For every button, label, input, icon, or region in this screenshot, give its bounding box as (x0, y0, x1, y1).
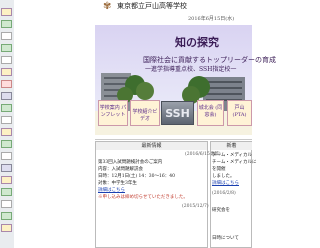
sidebar-item-8[interactable] (1, 92, 12, 100)
news-item-content: 内容：入試問題解説会 (98, 167, 143, 172)
news-item-title: 第33回入試問題検討会のご案内 (98, 160, 163, 165)
alumni-button[interactable]: 城北会 (同窓会) (197, 100, 224, 126)
section-divider (95, 139, 252, 140)
sidebar-item-3[interactable] (1, 32, 12, 40)
pta-button[interactable]: 戸山 (PTA) (227, 100, 252, 126)
side-item: チーム・メディカルに (212, 160, 257, 165)
ssh-button-label: SSH (165, 107, 190, 120)
intro-video-button[interactable]: 学校紹介ビデオ (130, 100, 160, 126)
pta-button-label: 戸山 (PTA) (232, 105, 247, 118)
hero-tagline: 国際社会に貢献するトップリーダーの育成 (143, 56, 276, 64)
sidebar-item-10[interactable] (1, 116, 12, 124)
sidebar-item-15[interactable] (1, 176, 12, 184)
sidebar-item-17[interactable] (1, 200, 12, 208)
news-item-target: 対象：中学生3年生 (98, 181, 137, 186)
news-details-link[interactable]: 詳細はこちら (98, 188, 125, 194)
side-item: チーム・メディカル (212, 153, 253, 158)
hero-subtagline: 一進学指導重点校、SSH指定校一 (145, 66, 237, 73)
side-item: を開催 (212, 167, 226, 172)
side-item: 研究会を (212, 208, 230, 213)
sidebar-item-13[interactable] (1, 152, 12, 160)
school-name: 東京都立戸山高等学校 (117, 2, 187, 10)
news-item-date: 日時：12月1日(土) 14：30～16：40 (98, 174, 175, 179)
news-heading: 最新情報 (96, 142, 207, 150)
sidebar-item-9[interactable] (1, 104, 12, 112)
news-footer-date: (2015/12/7) (182, 204, 209, 209)
side-item: 日時について (212, 236, 239, 241)
side-details-link[interactable]: 詳細はこちら (212, 181, 239, 187)
brochure-button[interactable]: 学校案内 パンフレット (98, 100, 128, 126)
side-heading: 新着 (211, 142, 252, 150)
sidebar-item-2[interactable] (1, 20, 12, 28)
brochure-button-label: 学校案内 パンフレット (99, 105, 127, 118)
current-date: 2016年6月15日(水) (188, 16, 235, 22)
sidebar-item-7[interactable] (1, 80, 12, 88)
sidebar-item-18[interactable] (1, 212, 12, 220)
sidebar-item-11[interactable] (1, 128, 12, 136)
side-item-date: (2016/2/8) (212, 191, 236, 196)
sidebar-item-6[interactable] (1, 68, 12, 76)
sidebar-item-12[interactable] (1, 140, 12, 148)
school-crest-icon: ✾ (103, 1, 112, 12)
news-closed-notice: ※申し込みは締め切らせていただきました。 (98, 195, 188, 200)
ssh-button[interactable]: SSH (161, 101, 194, 125)
sidebar-item-14[interactable] (1, 164, 12, 172)
sidebar-item-19[interactable] (1, 224, 12, 232)
intro-video-button-label: 学校紹介ビデオ (132, 109, 158, 122)
sidebar-item-1[interactable] (1, 8, 12, 16)
side-item: しました。 (212, 174, 235, 179)
hero-title: 知の探究 (175, 36, 219, 49)
alumni-button-label: 城北会 (同窓会) (198, 105, 223, 118)
sidebar-item-4[interactable] (1, 44, 12, 52)
sidebar-item-5[interactable] (1, 56, 12, 64)
sidebar-item-16[interactable] (1, 188, 12, 196)
